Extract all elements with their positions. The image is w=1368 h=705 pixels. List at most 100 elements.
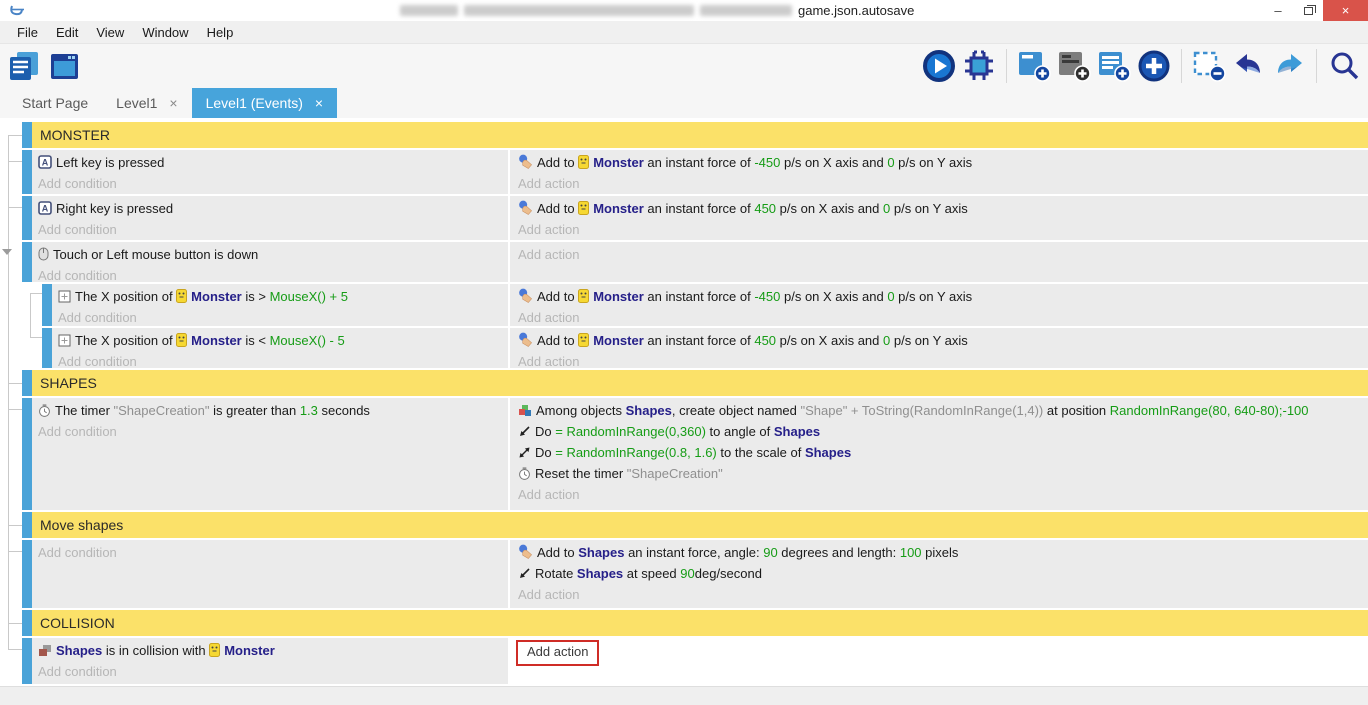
redo-icon[interactable] (1271, 48, 1307, 84)
object-link-shapes[interactable]: Shapes (774, 424, 820, 439)
preview-play-icon[interactable] (921, 48, 957, 84)
actions-cell[interactable]: Add to Monster an instant force of -450 … (510, 284, 1368, 326)
add-action-link[interactable]: Add action (527, 644, 588, 659)
actions-cell[interactable]: Among objects Shapes, create object name… (510, 398, 1368, 510)
event-bar[interactable] (42, 328, 52, 368)
add-condition-link[interactable]: Add condition (38, 265, 502, 282)
start-page-window-icon[interactable] (46, 48, 82, 84)
tab-close-icon[interactable]: × (169, 95, 177, 111)
add-action-link[interactable]: Add action (518, 307, 1360, 326)
event-group-monster[interactable]: MONSTER (22, 122, 1368, 148)
actions-cell[interactable]: Add action (510, 242, 1368, 282)
event-group-move-shapes[interactable]: Move shapes (22, 512, 1368, 538)
conditions-cell[interactable]: Shapes is in collision with Monster Add … (32, 638, 508, 684)
conditions-cell[interactable]: ARight key is pressed Add condition (32, 196, 508, 240)
event-row-right-key[interactable]: ARight key is pressed Add condition Add … (22, 196, 1368, 240)
object-link-monster[interactable]: Monster (593, 289, 644, 304)
sub-event-row-xpos-less[interactable]: The X position of Monster is < MouseX() … (22, 328, 1368, 368)
object-link-monster[interactable]: Monster (593, 333, 644, 348)
add-condition-link[interactable]: Add condition (58, 307, 502, 326)
object-link-monster[interactable]: Monster (191, 333, 242, 348)
tab-level1[interactable]: Level1 × (102, 88, 191, 118)
add-condition-link[interactable]: Add condition (58, 351, 502, 368)
add-condition-link[interactable]: Add condition (38, 219, 502, 240)
event-bar[interactable] (22, 150, 32, 194)
object-link-shapes[interactable]: Shapes (805, 445, 851, 460)
restore-button[interactable] (1293, 0, 1323, 21)
object-link-shapes[interactable]: Shapes (577, 566, 623, 581)
conditions-cell[interactable]: The timer "ShapeCreation" is greater tha… (32, 398, 508, 510)
menu-window[interactable]: Window (133, 25, 197, 40)
actions-cell[interactable]: Add to Monster an instant force of 450 p… (510, 328, 1368, 368)
debugger-chip-icon[interactable] (961, 48, 997, 84)
add-event-icon[interactable] (1016, 48, 1052, 84)
project-manager-icon[interactable] (6, 48, 42, 84)
object-link-monster[interactable]: Monster (593, 155, 644, 170)
event-group-collision[interactable]: COLLISION (22, 610, 1368, 636)
object-link-monster[interactable]: Monster (593, 201, 644, 216)
event-row-shape-timer[interactable]: The timer "ShapeCreation" is greater tha… (22, 398, 1368, 510)
event-bar[interactable] (22, 122, 32, 148)
conditions-cell[interactable]: Add condition (32, 540, 508, 608)
event-bar[interactable] (22, 540, 32, 608)
object-link-monster[interactable]: Monster (224, 643, 275, 658)
conditions-cell[interactable]: ALeft key is pressed Add condition (32, 150, 508, 194)
menu-edit[interactable]: Edit (47, 25, 87, 40)
menu-help[interactable]: Help (198, 25, 243, 40)
minimize-button[interactable]: – (1263, 0, 1293, 21)
object-link-shapes[interactable]: Shapes (578, 545, 624, 560)
group-title[interactable]: SHAPES (32, 370, 1368, 396)
add-condition-link[interactable]: Add condition (38, 421, 502, 442)
group-title[interactable]: COLLISION (32, 610, 1368, 636)
conditions-cell[interactable]: Touch or Left mouse button is down Add c… (32, 242, 508, 282)
object-link-shapes[interactable]: Shapes (626, 403, 672, 418)
menu-view[interactable]: View (87, 25, 133, 40)
event-bar[interactable] (22, 610, 32, 636)
add-special-event-icon[interactable] (1136, 48, 1172, 84)
add-action-link[interactable]: Add action (518, 484, 1360, 505)
tab-level1-events[interactable]: Level1 (Events) × (192, 88, 337, 118)
event-bar[interactable] (22, 370, 32, 396)
add-condition-link[interactable]: Add condition (38, 542, 502, 563)
tab-start-page[interactable]: Start Page (8, 88, 102, 118)
event-bar[interactable] (22, 512, 32, 538)
event-bar[interactable] (22, 398, 32, 510)
actions-cell[interactable]: Add to Monster an instant force of -450 … (510, 150, 1368, 194)
search-icon[interactable] (1326, 48, 1362, 84)
event-bar[interactable] (22, 638, 32, 684)
collapse-toggle[interactable] (2, 249, 12, 255)
event-row-touch[interactable]: Touch or Left mouse button is down Add c… (22, 242, 1368, 282)
add-action-link[interactable]: Add action (518, 244, 1360, 265)
object-link-shapes[interactable]: Shapes (56, 643, 102, 658)
sub-event-row-xpos-greater[interactable]: The X position of Monster is > MouseX() … (22, 284, 1368, 326)
add-condition-link[interactable]: Add condition (38, 661, 502, 682)
actions-cell[interactable]: Add to Shapes an instant force, angle: 9… (510, 540, 1368, 608)
group-title[interactable]: Move shapes (32, 512, 1368, 538)
add-action-link[interactable]: Add action (518, 219, 1360, 240)
menu-file[interactable]: File (8, 25, 47, 40)
add-sub-event-icon[interactable] (1056, 48, 1092, 84)
conditions-cell[interactable]: The X position of Monster is < MouseX() … (52, 328, 508, 368)
add-action-link[interactable]: Add action (518, 173, 1360, 194)
event-row-collision[interactable]: Shapes is in collision with Monster Add … (22, 638, 1368, 684)
event-bar[interactable] (22, 242, 32, 282)
event-row-move-shapes[interactable]: Add condition Add to Shapes an instant f… (22, 540, 1368, 608)
tab-close-icon[interactable]: × (315, 95, 323, 111)
add-action-link[interactable]: Add action (518, 351, 1360, 368)
add-action-highlight[interactable]: Add action (516, 640, 599, 666)
delete-event-icon[interactable] (1191, 48, 1227, 84)
event-row-left-key[interactable]: ALeft key is pressed Add condition Add t… (22, 150, 1368, 194)
actions-cell[interactable]: Add to Monster an instant force of 450 p… (510, 196, 1368, 240)
object-link-monster[interactable]: Monster (191, 289, 242, 304)
undo-icon[interactable] (1231, 48, 1267, 84)
event-group-shapes[interactable]: SHAPES (22, 370, 1368, 396)
add-comment-icon[interactable] (1096, 48, 1132, 84)
event-bar[interactable] (22, 196, 32, 240)
add-action-link[interactable]: Add action (518, 584, 1360, 605)
conditions-cell[interactable]: The X position of Monster is > MouseX() … (52, 284, 508, 326)
actions-cell[interactable]: Add action (510, 638, 1368, 684)
group-title[interactable]: MONSTER (32, 122, 1368, 148)
add-condition-link[interactable]: Add condition (38, 173, 502, 194)
close-button[interactable]: × (1323, 0, 1368, 21)
event-bar[interactable] (42, 284, 52, 326)
